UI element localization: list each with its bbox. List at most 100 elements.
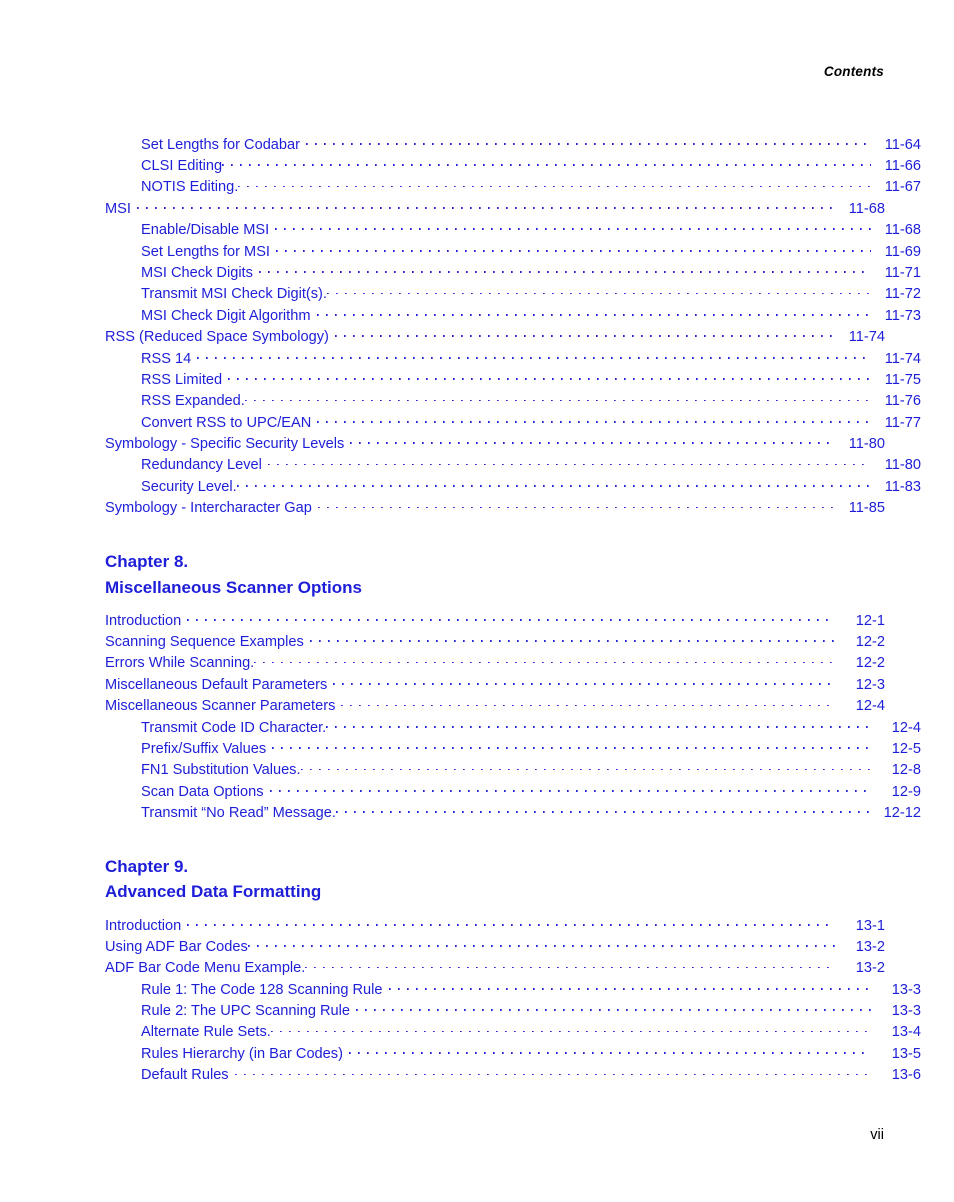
toc-entry[interactable]: RSS (Reduced Space Symbology) 11-74 xyxy=(105,327,885,348)
toc-entry-title: CLSI Editing xyxy=(141,157,223,174)
chapter-heading[interactable]: Chapter 9. Advanced Data Formatting xyxy=(105,854,885,905)
toc-entry-title: Scan Data Options xyxy=(141,783,264,800)
toc-entry-page-number: 12-2 xyxy=(855,634,885,651)
chapter-heading-number: Chapter 9. xyxy=(105,856,189,876)
toc-entry-page-number: 11-68 xyxy=(884,222,921,239)
dot-leader xyxy=(275,241,871,256)
toc-entry[interactable]: Introduction 13-1 xyxy=(105,915,885,936)
dot-leader xyxy=(269,781,872,796)
toc-entry-page-number: 11-72 xyxy=(884,286,921,303)
toc-entry[interactable]: Security Level. 11-83 xyxy=(105,476,921,497)
dot-leader xyxy=(197,348,871,363)
dot-leader xyxy=(247,936,835,951)
toc-entry[interactable]: Miscellaneous Scanner Parameters 12-4 xyxy=(105,696,885,717)
dot-leader xyxy=(258,262,871,277)
dot-leader xyxy=(326,717,871,732)
toc-entry[interactable]: Symbology - Specific Security Levels 11-8… xyxy=(105,433,885,454)
dot-leader xyxy=(348,1043,871,1058)
toc-entry-page-number: 11-80 xyxy=(848,436,885,453)
toc-entry-page-number: 12-4 xyxy=(855,698,885,715)
toc-entry[interactable]: Scanning Sequence Examples 12-2 xyxy=(105,631,885,652)
toc-entry[interactable]: Symbology - Intercharacter Gap 11-85 xyxy=(105,498,885,519)
toc-entry-title: MSI xyxy=(105,200,131,217)
toc-entry[interactable]: Convert RSS to UPC/EAN 11-77 xyxy=(105,412,921,433)
toc-entry[interactable]: Prefix/Suffix Values 12-5 xyxy=(105,738,921,759)
toc-entry[interactable]: Transmit MSI Check Digit(s). 11-72 xyxy=(105,284,921,305)
toc-entry[interactable]: Rule 2: The UPC Scanning Rule 13-3 xyxy=(105,1001,921,1022)
toc-entry[interactable]: Transmit “No Read” Message. 12-12 xyxy=(105,803,921,824)
toc-entry-title: Symbology - Intercharacter Gap xyxy=(105,500,312,517)
chapter-heading[interactable]: Chapter 8. Miscellaneous Scanner Options xyxy=(105,549,885,600)
toc-entry[interactable]: RSS 14 11-74 xyxy=(105,348,921,369)
toc-entry-page-number: 12-2 xyxy=(855,655,885,672)
toc-entry-title: Miscellaneous Default Parameters xyxy=(105,676,328,693)
dot-leader xyxy=(326,284,871,299)
toc-entry-title: FN1 Substitution Values. xyxy=(141,762,301,779)
toc-entry-page-number: 13-2 xyxy=(855,960,885,977)
toc-entry[interactable]: NOTIS Editing. 11-67 xyxy=(105,177,921,198)
toc-entry[interactable]: RSS Limited 11-75 xyxy=(105,369,921,390)
toc-entry[interactable]: Set Lengths for MSI 11-69 xyxy=(105,241,921,262)
toc-entry[interactable]: Enable/Disable MSI 11-68 xyxy=(105,220,921,241)
dot-leader xyxy=(244,391,871,406)
toc-entry-page-number: 13-5 xyxy=(891,1045,921,1062)
page-number-folio: vii xyxy=(870,1127,884,1143)
toc-entry-page-number: 11-74 xyxy=(884,350,921,367)
toc-entry-title: Rules Hierarchy (in Bar Codes) xyxy=(141,1045,343,1062)
toc-entry[interactable]: Rules Hierarchy (in Bar Codes) 13-5 xyxy=(105,1043,921,1064)
toc-entry[interactable]: Miscellaneous Default Parameters 12-3 xyxy=(105,674,885,695)
toc-entry[interactable]: MSI Check Digits 11-71 xyxy=(105,262,921,283)
toc-entry[interactable]: FN1 Substitution Values. 12-8 xyxy=(105,760,921,781)
toc-entry-title: Using ADF Bar Codes xyxy=(105,938,248,955)
toc-entry-page-number: 12-8 xyxy=(891,762,921,779)
toc-entry-page-number: 13-6 xyxy=(891,1067,921,1084)
dot-leader xyxy=(388,979,871,994)
toc-entry-title: Enable/Disable MSI xyxy=(141,222,270,239)
dot-leader xyxy=(341,696,835,711)
toc-entry[interactable]: Set Lengths for Codabar 11-64 xyxy=(105,134,921,155)
dot-leader xyxy=(272,738,871,753)
toc-entry[interactable]: Errors While Scanning. 12-2 xyxy=(105,653,885,674)
dot-leader xyxy=(187,610,835,625)
toc-entry-title: RSS Expanded. xyxy=(141,393,245,410)
toc-entry-title: Introduction xyxy=(105,917,182,934)
toc-entry-page-number: 11-67 xyxy=(884,179,921,196)
toc-entry[interactable]: Alternate Rule Sets. 13-4 xyxy=(105,1022,921,1043)
table-of-contents: Set Lengths for Codabar 11-64 CLSI Editing… xyxy=(105,134,921,1086)
dot-leader xyxy=(254,653,835,668)
toc-entry[interactable]: Scan Data Options 12-9 xyxy=(105,781,921,802)
dot-leader xyxy=(309,631,835,646)
toc-entry[interactable]: Redundancy Level 11-80 xyxy=(105,455,921,476)
toc-entry[interactable]: Introduction 12-1 xyxy=(105,610,885,631)
toc-page: Contents Set Lengths for Codabar 11-64 CLS… xyxy=(0,0,954,1202)
toc-entry[interactable]: Transmit Code ID Character. 12-4 xyxy=(105,717,921,738)
toc-entry-title: MSI Check Digit Algorithm xyxy=(141,307,311,324)
toc-entry-page-number: 12-1 xyxy=(855,612,885,629)
toc-entry[interactable]: Default Rules 13-6 xyxy=(105,1065,921,1086)
toc-entry[interactable]: RSS Expanded. 11-76 xyxy=(105,391,921,412)
toc-entry[interactable]: ADF Bar Code Menu Example. 13-2 xyxy=(105,958,885,979)
toc-entry-title: Set Lengths for Codabar xyxy=(141,136,301,153)
toc-entry[interactable]: Rule 1: The Code 128 Scanning Rule 13-3 xyxy=(105,979,921,1000)
toc-entry[interactable]: MSI 11-68 xyxy=(105,198,885,219)
toc-entry-page-number: 12-3 xyxy=(855,676,885,693)
toc-entry-page-number: 12-4 xyxy=(891,719,921,736)
dot-leader xyxy=(228,369,871,384)
toc-entry[interactable]: Using ADF Bar Codes 13-2 xyxy=(105,936,885,957)
chapter-heading-number: Chapter 8. xyxy=(105,552,189,572)
dot-leader xyxy=(236,476,871,491)
toc-entry-page-number: 11-83 xyxy=(884,478,921,495)
toc-entry-page-number: 13-3 xyxy=(891,1003,921,1020)
dot-leader xyxy=(238,177,871,192)
toc-entry-page-number: 11-76 xyxy=(884,393,921,410)
toc-entry-page-number: 11-80 xyxy=(884,457,921,474)
toc-entry-page-number: 11-77 xyxy=(884,414,921,431)
toc-entry[interactable]: CLSI Editing 11-66 xyxy=(105,155,921,176)
dot-leader xyxy=(270,1022,871,1037)
toc-entry[interactable]: MSI Check Digit Algorithm 11-73 xyxy=(105,305,921,326)
toc-entry-title: ADF Bar Code Menu Example. xyxy=(105,960,306,977)
toc-entry-page-number: 11-64 xyxy=(884,136,921,153)
